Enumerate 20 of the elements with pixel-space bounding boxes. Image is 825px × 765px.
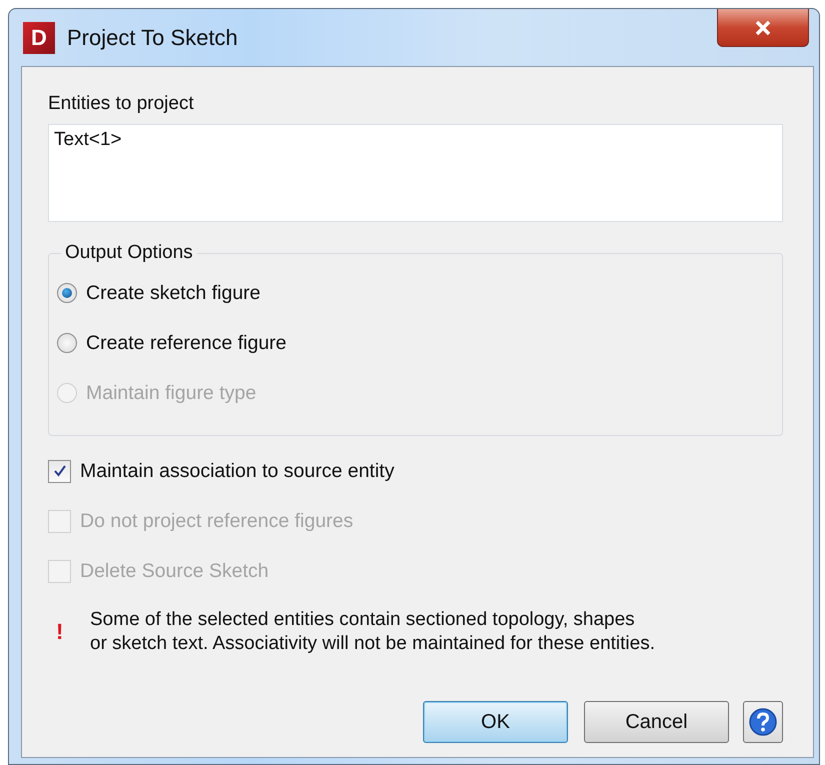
checkbox[interactable] [48,460,71,482]
dialog-button[interactable]: Cancel [584,701,729,743]
group-title: Output Options [64,242,194,264]
radio-button[interactable] [57,283,77,303]
warning-icon: ! [56,619,90,645]
checkbox-label[interactable]: Maintain association to source entity [80,460,394,482]
warning-message: Some of the selected entities contain sectioned topology, shapes or sketch text. Associativity will not be maintained for these entities. [90,608,655,656]
list-item[interactable]: Text<1> [54,129,122,151]
dialog-button[interactable]: OK [423,701,568,743]
help-icon [748,707,778,737]
radio-label[interactable]: Create sketch figure [86,282,261,304]
field-label: Entities to project [48,93,195,115]
radio-label[interactable]: Create reference figure [86,332,287,354]
entities-list[interactable]: Text<1> [48,124,783,222]
close-button[interactable] [717,9,809,47]
help-button[interactable] [743,701,783,743]
app-logo: D [23,22,55,54]
radio-button[interactable] [57,333,77,353]
window-title: Project To Sketch [67,24,238,50]
check-icon [52,464,66,478]
